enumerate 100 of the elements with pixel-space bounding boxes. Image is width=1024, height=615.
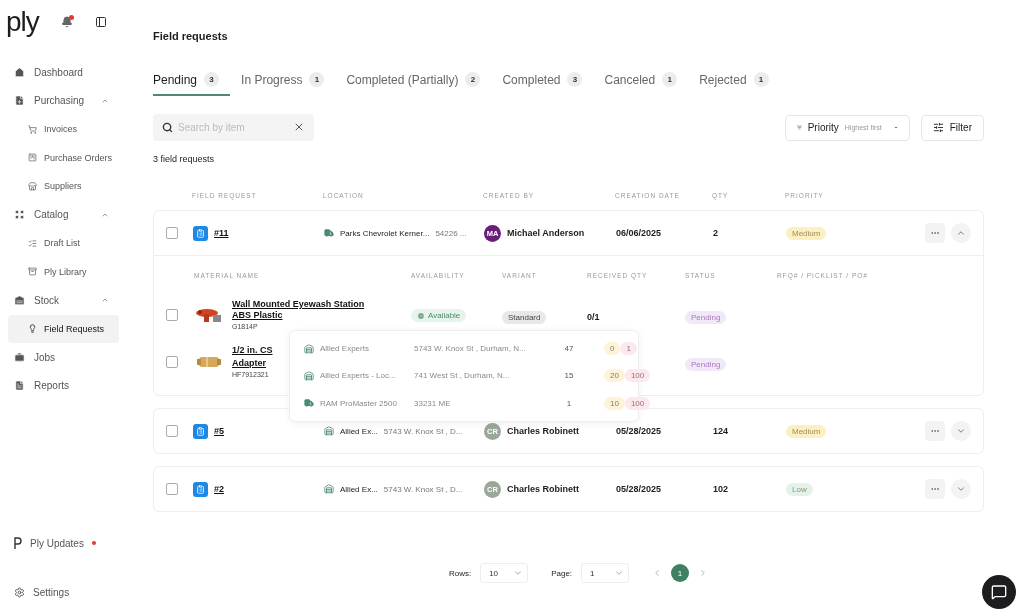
caret-down-icon	[513, 568, 524, 578]
document-icon	[14, 380, 25, 392]
material-link[interactable]: Wall Mounted Eyewash Station ABS Plastic	[232, 299, 382, 321]
stock-qty: 1	[565, 398, 573, 408]
tab-count: 3	[567, 72, 583, 87]
priority-badge: Medium	[786, 226, 827, 240]
sidebar-item[interactable]: Invoices	[8, 115, 119, 144]
sidebar-item[interactable]: Dashboard	[8, 58, 119, 87]
expand-button[interactable]	[951, 421, 971, 441]
quantity: 2	[713, 228, 718, 238]
warehouse-icon	[304, 371, 314, 381]
truck-icon	[324, 228, 334, 238]
min-qty: 0	[604, 342, 621, 356]
max-qty: 1	[620, 342, 637, 356]
sort-icon	[796, 122, 802, 133]
stock-location-address: 5743 W. Knox St , Durham, N...	[414, 344, 527, 354]
location-address: 5743 W. Knox St , D...	[383, 484, 463, 494]
sidebar-item[interactable]: Draft List	[8, 229, 119, 258]
page-button[interactable]: 1	[671, 564, 690, 582]
settings-link[interactable]: Settings	[0, 579, 140, 605]
received-qty: 0/1	[587, 311, 600, 322]
request-link[interactable]: #2	[214, 484, 224, 494]
ply-logo-icon	[14, 537, 22, 549]
location-name: Parks Chevrolet Kerner...	[340, 228, 430, 238]
status-badge: Pending	[685, 310, 727, 324]
quantity: 102	[713, 484, 729, 494]
creator-name: Charles Robinett	[507, 426, 579, 436]
stock-location-name: Allied Experts - Loc...	[320, 371, 396, 381]
checkbox[interactable]	[166, 308, 178, 321]
sidebar-toggle-icon[interactable]	[94, 16, 107, 28]
stock-location-name: RAM ProMaster 2500	[320, 398, 397, 408]
page-select[interactable]: 1	[581, 563, 630, 583]
tab-count: 3	[204, 72, 220, 87]
checkbox[interactable]	[166, 425, 178, 437]
stock-qty: 47	[563, 344, 575, 354]
variant-badge: Standard	[502, 310, 547, 324]
tab-count: 1	[662, 72, 678, 87]
page-title: Field requests	[153, 30, 229, 42]
bell-icon[interactable]	[60, 16, 73, 28]
sidebar-item[interactable]: Jobs	[8, 343, 119, 372]
logo[interactable]: ply	[6, 8, 39, 36]
min-qty: 10	[604, 396, 625, 410]
creator-name: Charles Robinett	[507, 484, 579, 494]
result-count: 3 field requests	[153, 154, 216, 164]
checkbox[interactable]	[166, 355, 178, 368]
sidebar-item[interactable]: Reports	[8, 371, 119, 400]
sidebar-item[interactable]: Field Requests	[8, 314, 119, 343]
status-tab[interactable]: Completed 3	[491, 72, 594, 96]
updates-link[interactable]: Ply Updates	[0, 530, 140, 556]
settings-icon	[14, 586, 25, 598]
more-button[interactable]	[925, 421, 945, 441]
creation-date: 05/28/2025	[616, 484, 662, 494]
status-tab[interactable]: Canceled 1	[593, 72, 689, 96]
sidebar-item[interactable]: Catalog	[8, 200, 119, 229]
sidebar-item[interactable]: Purchasing	[8, 86, 119, 115]
filter-icon	[932, 122, 944, 133]
status-badge: Pending	[685, 357, 727, 371]
request-link[interactable]: #11	[214, 228, 229, 238]
location-name: Allied Ex...	[340, 426, 378, 436]
material-link[interactable]: Adapter	[232, 358, 266, 369]
sidebar-item[interactable]: Purchase Orders	[8, 143, 119, 172]
expand-button[interactable]	[951, 479, 971, 499]
status-tab[interactable]: Pending 3	[153, 72, 231, 96]
briefcase-icon	[14, 351, 25, 363]
filter-button[interactable]: Filter	[920, 114, 984, 141]
request-link[interactable]: #5	[214, 426, 224, 436]
priority-badge: Low	[786, 482, 813, 496]
more-button[interactable]	[925, 223, 945, 243]
checkbox[interactable]	[166, 483, 178, 495]
warehouse-icon	[14, 294, 25, 306]
sidebar-item[interactable]: Suppliers	[8, 172, 119, 201]
availability-badge: Available	[411, 309, 467, 322]
checkbox[interactable]	[166, 227, 178, 239]
status-tab[interactable]: Rejected 1	[688, 72, 780, 96]
chevron-down-icon	[956, 426, 966, 436]
more-button[interactable]	[925, 479, 945, 499]
warehouse-icon	[324, 484, 334, 494]
close-icon[interactable]	[293, 121, 305, 133]
archive-icon	[28, 267, 37, 277]
rows-label: Rows:	[448, 568, 472, 578]
collapse-button[interactable]	[951, 223, 971, 243]
list-icon	[28, 238, 37, 248]
search-icon	[162, 122, 173, 133]
status-tab[interactable]: Completed (Partially) 2	[335, 72, 492, 96]
creator-name: Michael Anderson	[507, 228, 585, 238]
chat-icon	[991, 584, 1007, 600]
stock-qty: 15	[563, 371, 575, 381]
material-link[interactable]: 1/2 in. CS	[232, 345, 273, 356]
tab-count: 1	[753, 72, 769, 87]
rows-select[interactable]: 10	[480, 563, 529, 583]
chevron-down-icon	[956, 484, 966, 494]
form-icon	[193, 481, 208, 497]
lightbulb-icon	[28, 324, 37, 334]
chat-button[interactable]	[982, 575, 1016, 609]
board-icon	[28, 153, 37, 163]
status-tab[interactable]: In Progress 1	[230, 72, 336, 96]
caret-down-icon	[614, 568, 625, 578]
sidebar-item[interactable]: Ply Library	[8, 257, 119, 286]
sidebar-item[interactable]: Stock	[8, 286, 119, 315]
tab-count: 1	[309, 72, 325, 87]
